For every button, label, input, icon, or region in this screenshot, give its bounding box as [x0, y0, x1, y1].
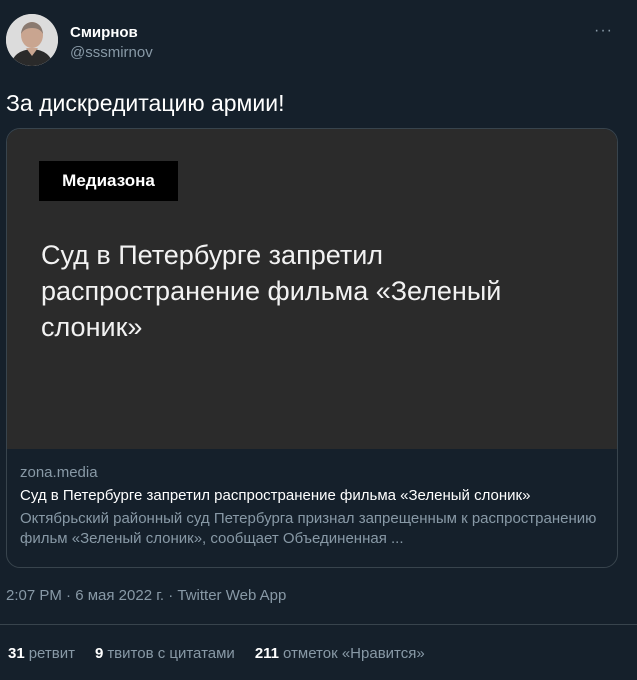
retweets-stat[interactable]: 31 ретвит: [8, 644, 75, 664]
avatar[interactable]: [6, 14, 58, 66]
likes-stat[interactable]: 211 отметок «Нравится»: [255, 644, 425, 664]
author-handle[interactable]: @sssmirnov: [70, 44, 153, 62]
person-avatar-icon: [6, 14, 58, 66]
card-title: Суд в Петербурге запретил распространени…: [20, 487, 531, 504]
tweet-date[interactable]: 6 мая 2022 г.: [75, 587, 164, 604]
card-image: Медиазона Суд в Петербурге запретил расп…: [7, 129, 617, 449]
tweet-header: Смирнов @sssmirnov ···: [6, 14, 631, 70]
card-brand-logo: Медиазона: [39, 161, 178, 201]
more-options-button[interactable]: ···: [594, 22, 613, 40]
card-domain: zona.media: [20, 464, 98, 481]
tweet-stats: 31 ретвит 9 твитов с цитатами 211 отметок «Нр…: [8, 644, 445, 664]
more-horizontal-icon: ···: [594, 22, 613, 39]
card-info: zona.media Суд в Петербурге запретил рас…: [20, 463, 610, 549]
meta-separator: ·: [66, 587, 72, 604]
retweets-count: 31: [8, 645, 25, 662]
quotes-label: твитов с цитатами: [107, 645, 235, 662]
quotes-count: 9: [94, 645, 104, 662]
meta-separator: ·: [168, 587, 174, 604]
tweet-source-app[interactable]: Twitter Web App: [177, 587, 286, 604]
likes-label: отметок «Нравится»: [283, 645, 425, 662]
tweet-timestamp: 2:07 PM · 6 мая 2022 г. · Twitter Web Ap…: [6, 586, 286, 606]
tweet-time[interactable]: 2:07 PM: [6, 587, 62, 604]
likes-count: 211: [254, 645, 280, 662]
card-description: Октябрьский районный суд Петербурга приз…: [20, 510, 597, 547]
author-info: Смирнов @sssmirnov: [70, 24, 153, 62]
author-display-name[interactable]: Смирнов: [70, 24, 153, 42]
quotes-stat[interactable]: 9 твитов с цитатами: [95, 644, 235, 664]
card-image-headline: Суд в Петербурге запретил распространени…: [41, 240, 502, 342]
tweet-text: За дискредитацию армии!: [6, 90, 285, 116]
link-card[interactable]: Медиазона Суд в Петербурге запретил расп…: [6, 128, 618, 568]
retweets-label: ретвит: [28, 645, 75, 662]
tweet: Смирнов @sssmirnov ··· За дискредитацию …: [0, 0, 637, 680]
divider: [0, 624, 637, 625]
